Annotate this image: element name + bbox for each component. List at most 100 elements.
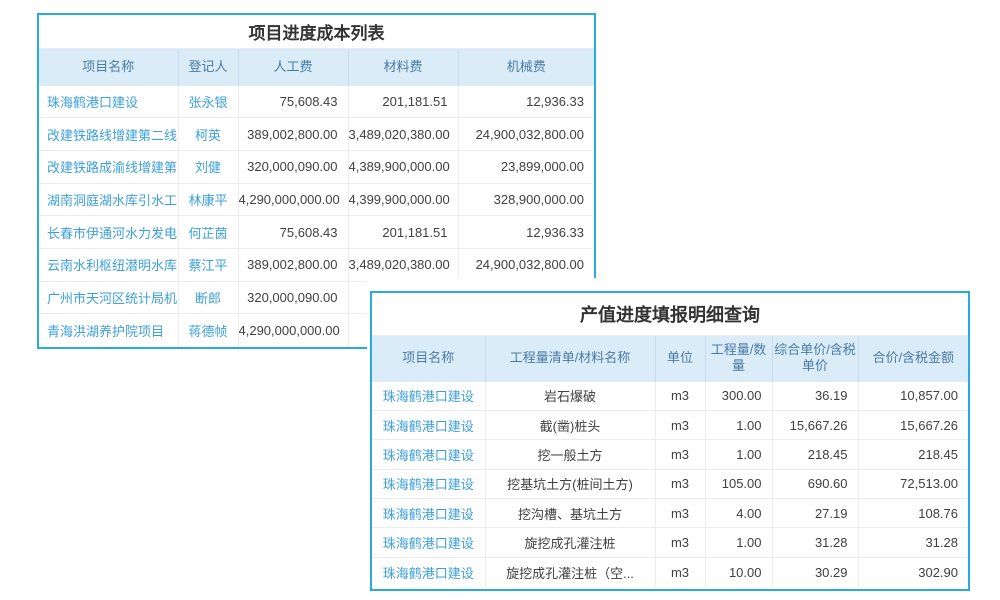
registrant-link[interactable]: 柯英 [178, 118, 238, 151]
table-row: 云南水利枢纽潜明水库... 蔡江平 389,002,800.00 3,489,0… [39, 248, 594, 281]
col-header-price: 综合单价/含税单价 [772, 336, 858, 381]
table-row: 珠海鹤港口建设 截(凿)桩头 m3 1.00 15,667.26 15,667.… [372, 410, 968, 439]
unit-value: m3 [655, 440, 705, 469]
qty-value: 105.00 [705, 469, 772, 498]
col-header-project: 项目名称 [39, 49, 178, 85]
item-name: 旋挖成孔灌注桩（空... [485, 557, 655, 586]
labor-cost-value: 4,290,000,000.00 [238, 183, 348, 216]
labor-cost-value: 75,608.43 [238, 216, 348, 249]
col-header-qty: 工程量/数量 [705, 336, 772, 381]
qty-value: 1.00 [705, 440, 772, 469]
material-cost-value: 201,181.51 [348, 216, 458, 249]
machine-cost-value: 328,900,000.00 [458, 183, 594, 216]
material-cost-value: 201,181.51 [348, 85, 458, 118]
unit-value: m3 [655, 557, 705, 586]
table-row: 长春市伊通河水力发电... 何芷茵 75,608.43 201,181.51 1… [39, 216, 594, 249]
project-link[interactable]: 珠海鹤港口建设 [372, 410, 485, 439]
labor-cost-value: 320,000,090.00 [238, 150, 348, 183]
unit-value: m3 [655, 469, 705, 498]
table-header-row: 项目名称 登记人 人工费 材料费 机械费 [39, 49, 594, 85]
labor-cost-value: 75,608.43 [238, 85, 348, 118]
col-header-total: 合价/含税金额 [858, 336, 968, 381]
col-header-registrant: 登记人 [178, 49, 238, 85]
project-link[interactable]: 改建铁路成渝线增建第... [39, 150, 178, 183]
table-header-row: 项目名称 工程量清单/材料名称 单位 工程量/数量 综合单价/含税单价 合价/含… [372, 336, 968, 381]
price-value: 30.29 [772, 557, 858, 586]
qty-value: 4.00 [705, 499, 772, 528]
total-value: 302.90 [858, 557, 968, 586]
col-header-item: 工程量清单/材料名称 [485, 336, 655, 381]
qty-value: 1.00 [705, 410, 772, 439]
machine-cost-value: 24,900,032,800.00 [458, 118, 594, 151]
output-value-title: 产值进度填报明细查询 [372, 293, 968, 336]
registrant-link[interactable]: 何芷茵 [178, 216, 238, 249]
item-name: 截(凿)桩头 [485, 410, 655, 439]
labor-cost-value: 389,002,800.00 [238, 118, 348, 151]
total-value: 31.28 [858, 528, 968, 557]
output-value-panel: 产值进度填报明细查询 项目名称 工程量清单/材料名称 单位 工程量/数量 综合单… [370, 291, 970, 591]
table-row: 改建铁路线增建第二线... 柯英 389,002,800.00 3,489,02… [39, 118, 594, 151]
table-row: 珠海鹤港口建设 旋挖成孔灌注桩（空... m3 10.00 30.29 302.… [372, 557, 968, 586]
project-link[interactable]: 青海洪湖养护院项目 [39, 314, 178, 347]
registrant-link[interactable]: 张永银 [178, 85, 238, 118]
registrant-link[interactable]: 刘健 [178, 150, 238, 183]
project-link[interactable]: 珠海鹤港口建设 [372, 528, 485, 557]
machine-cost-value: 23,899,000.00 [458, 150, 594, 183]
col-header-material: 材料费 [348, 49, 458, 85]
registrant-link[interactable]: 林康平 [178, 183, 238, 216]
project-link[interactable]: 长春市伊通河水力发电... [39, 216, 178, 249]
qty-value: 10.00 [705, 557, 772, 586]
registrant-link[interactable]: 蒋德帧 [178, 314, 238, 347]
unit-value: m3 [655, 381, 705, 410]
table-row: 珠海鹤港口建设 旋挖成孔灌注桩 m3 1.00 31.28 31.28 [372, 528, 968, 557]
project-cost-title: 项目进度成本列表 [39, 15, 594, 49]
item-name: 岩石爆破 [485, 381, 655, 410]
unit-value: m3 [655, 499, 705, 528]
table-row: 珠海鹤港口建设 挖沟槽、基坑土方 m3 4.00 27.19 108.76 [372, 499, 968, 528]
price-value: 218.45 [772, 440, 858, 469]
item-name: 挖基坑土方(桩间土方) [485, 469, 655, 498]
price-value: 36.19 [772, 381, 858, 410]
qty-value: 1.00 [705, 528, 772, 557]
material-cost-value: 4,399,900,000.00 [348, 183, 458, 216]
project-link[interactable]: 珠海鹤港口建设 [39, 85, 178, 118]
item-name: 旋挖成孔灌注桩 [485, 528, 655, 557]
project-link[interactable]: 珠海鹤港口建设 [372, 440, 485, 469]
project-link[interactable]: 改建铁路线增建第二线... [39, 118, 178, 151]
registrant-link[interactable]: 蔡江平 [178, 248, 238, 281]
project-link[interactable]: 珠海鹤港口建设 [372, 381, 485, 410]
registrant-link[interactable]: 断郎 [178, 281, 238, 314]
col-header-labor: 人工费 [238, 49, 348, 85]
total-value: 15,667.26 [858, 410, 968, 439]
project-link[interactable]: 广州市天河区统计局机... [39, 281, 178, 314]
col-header-project: 项目名称 [372, 336, 485, 381]
table-row: 改建铁路成渝线增建第... 刘健 320,000,090.00 4,389,90… [39, 150, 594, 183]
price-value: 690.60 [772, 469, 858, 498]
price-value: 27.19 [772, 499, 858, 528]
project-link[interactable]: 湖南洞庭湖水库引水工... [39, 183, 178, 216]
qty-value: 300.00 [705, 381, 772, 410]
project-link[interactable]: 珠海鹤港口建设 [372, 469, 485, 498]
table-row: 珠海鹤港口建设 岩石爆破 m3 300.00 36.19 10,857.00 [372, 381, 968, 410]
project-link[interactable]: 珠海鹤港口建设 [372, 499, 485, 528]
table-row: 珠海鹤港口建设 张永银 75,608.43 201,181.51 12,936.… [39, 85, 594, 118]
project-link[interactable]: 珠海鹤港口建设 [372, 557, 485, 586]
item-name: 挖一般土方 [485, 440, 655, 469]
price-value: 31.28 [772, 528, 858, 557]
table-row: 珠海鹤港口建设 挖基坑土方(桩间土方) m3 105.00 690.60 72,… [372, 469, 968, 498]
material-cost-value: 4,389,900,000.00 [348, 150, 458, 183]
material-cost-value: 3,489,020,380.00 [348, 118, 458, 151]
price-value: 15,667.26 [772, 410, 858, 439]
machine-cost-value: 24,900,032,800.00 [458, 248, 594, 281]
project-link[interactable]: 云南水利枢纽潜明水库... [39, 248, 178, 281]
unit-value: m3 [655, 410, 705, 439]
total-value: 10,857.00 [858, 381, 968, 410]
page: 项目进度成本列表 项目名称 登记人 人工费 材料费 机械费 珠海鹤港口建设 张永… [0, 0, 1000, 600]
total-value: 72,513.00 [858, 469, 968, 498]
col-header-machine: 机械费 [458, 49, 594, 85]
labor-cost-value: 389,002,800.00 [238, 248, 348, 281]
machine-cost-value: 12,936.33 [458, 85, 594, 118]
table-row: 珠海鹤港口建设 挖一般土方 m3 1.00 218.45 218.45 [372, 440, 968, 469]
total-value: 218.45 [858, 440, 968, 469]
machine-cost-value: 12,936.33 [458, 216, 594, 249]
